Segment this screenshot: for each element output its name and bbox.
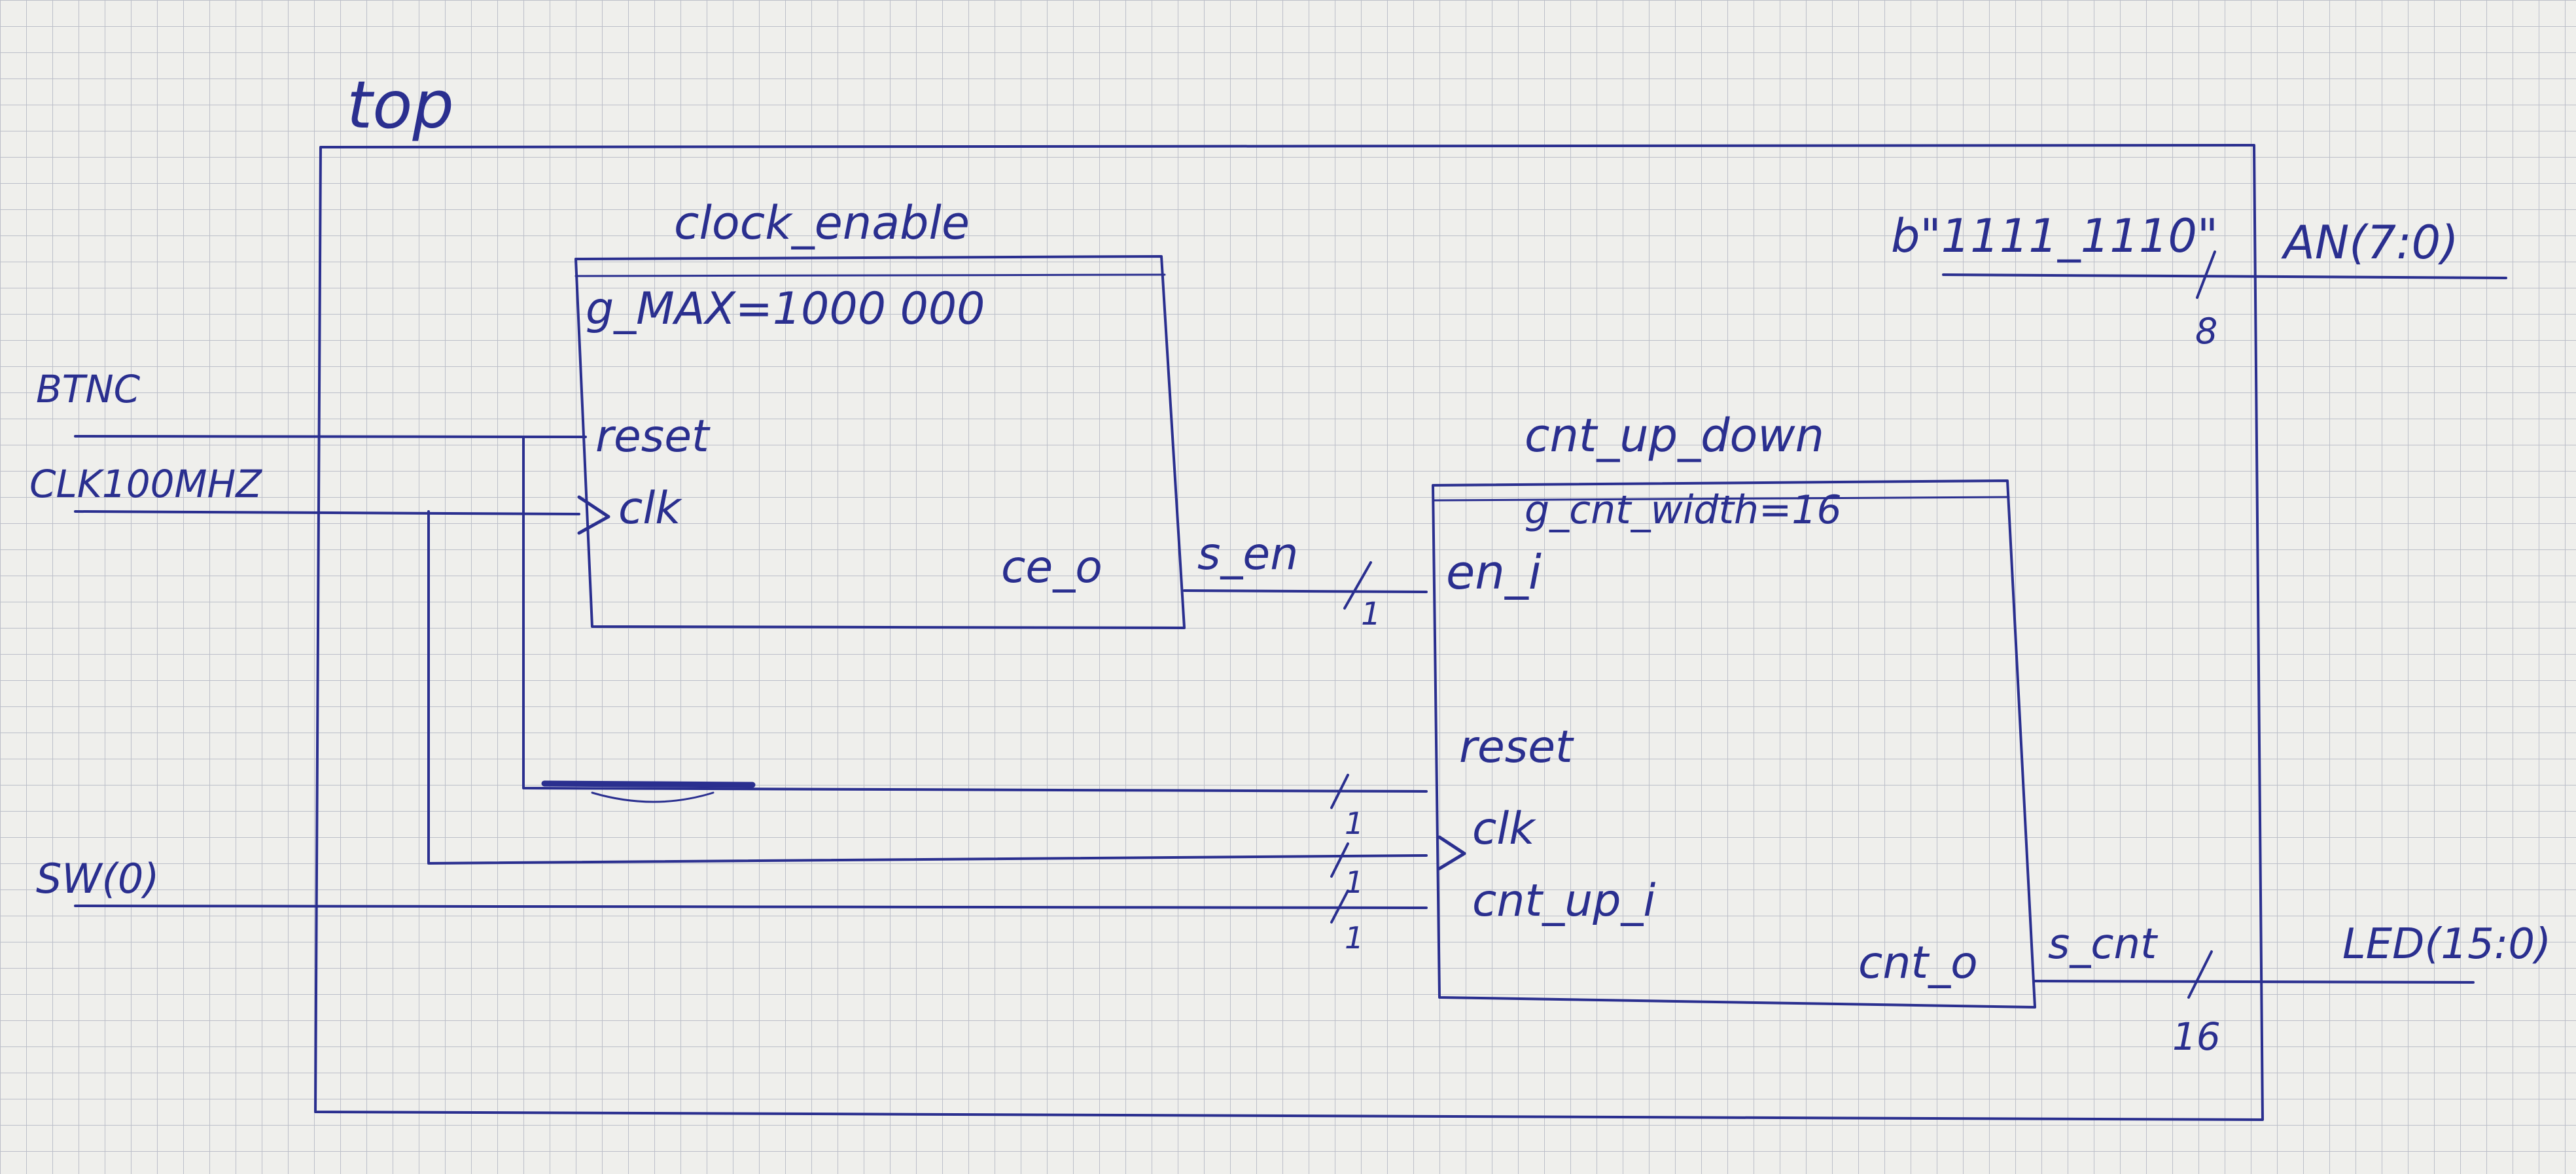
schematic-sheet: top clock_enable g_MAX=1000 000 reset cl… — [0, 0, 2576, 1174]
bus-width-cnt-up: 1 — [1345, 920, 1364, 956]
signal-s-cnt-label: s_cnt — [2048, 920, 2159, 969]
clock-enable-port-clk: clk — [618, 483, 682, 534]
counter-name: cnt_up_down — [1525, 409, 1824, 462]
counter-port-cnt-o: cnt_o — [1858, 937, 1978, 989]
clock-enable-port-ce-o: ce_o — [1001, 542, 1103, 593]
input-sw-label: SW(0) — [36, 855, 159, 903]
wire-btnc-reset — [74, 435, 587, 438]
input-clk-label: CLK100MHZ — [29, 462, 262, 506]
bus-width-reset: 1 — [1345, 806, 1364, 841]
clock-enable-name: clock_enable — [674, 196, 970, 250]
top-entity-title: top — [347, 67, 454, 143]
counter-port-reset: reset — [1459, 721, 1574, 773]
bus-width-an: 8 — [2195, 311, 2217, 352]
clock-enable-header-line — [574, 273, 1166, 277]
counter-port-cnt-up-i: cnt_up_i — [1472, 875, 1655, 927]
bus-width-led: 16 — [2172, 1014, 2221, 1059]
bus-width-clk: 1 — [1345, 865, 1364, 900]
counter-port-en-i: en_i — [1446, 545, 1542, 600]
clock-enable-generic: g_MAX=1000 000 — [586, 283, 985, 335]
wire-reset-branch-junction — [541, 780, 756, 788]
clock-enable-port-reset: reset — [595, 411, 711, 462]
constant-an-value: b"1111_1110" — [1891, 209, 2218, 263]
counter-generic: g_cnt_width=16 — [1525, 487, 1842, 533]
wire-s-cnt — [2034, 980, 2475, 984]
input-btnc-label: BTNC — [36, 367, 141, 411]
output-an-label: AN(7:0) — [2281, 216, 2459, 269]
bus-width-s-en: 1 — [1361, 596, 1381, 632]
wire-s-en — [1183, 589, 1428, 593]
counter-port-clk: clk — [1472, 803, 1536, 855]
output-led-label: LED(15:0) — [2342, 920, 2551, 969]
signal-s-en-label: s_en — [1197, 528, 1298, 580]
